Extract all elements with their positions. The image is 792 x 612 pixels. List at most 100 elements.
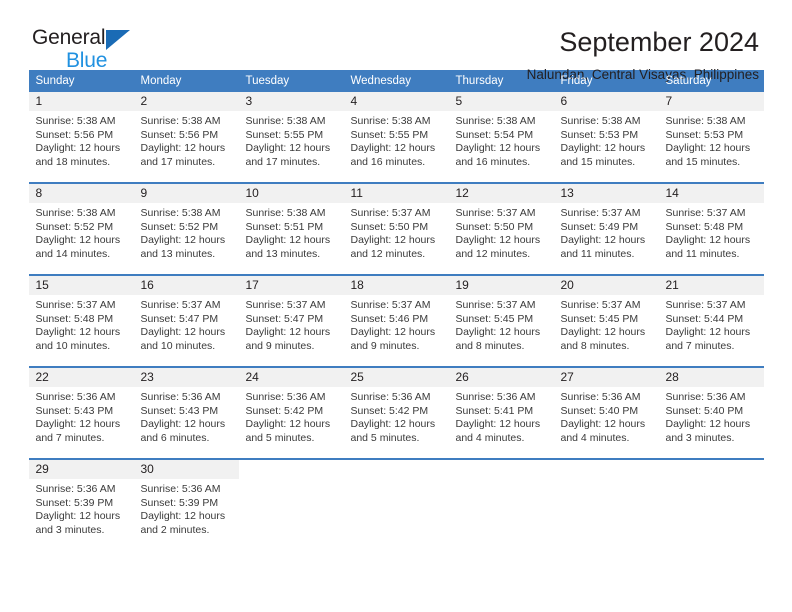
day-info: Sunrise: 5:36 AM Sunset: 5:43 PM Dayligh… — [134, 387, 239, 445]
daylight-text-line1: Daylight: 12 hours — [350, 142, 436, 155]
day-number: 14 — [658, 184, 764, 203]
calendar-day-cell[interactable]: 12 Sunrise: 5:37 AM Sunset: 5:50 PM Dayl… — [448, 182, 554, 275]
daylight-text-line1: Daylight: 12 hours — [140, 418, 226, 431]
calendar-day-cell[interactable]: 13 Sunrise: 5:37 AM Sunset: 5:49 PM Dayl… — [553, 182, 659, 275]
day-number: 10 — [238, 184, 344, 203]
day-number — [343, 460, 449, 479]
day-number — [553, 460, 659, 479]
sunset-text: Sunset: 5:50 PM — [350, 220, 429, 233]
calendar-day-cell[interactable]: 26 Sunrise: 5:36 AM Sunset: 5:41 PM Dayl… — [448, 366, 554, 459]
calendar-day-cell[interactable]: 11 Sunrise: 5:37 AM Sunset: 5:50 PM Dayl… — [343, 182, 449, 275]
day-info: Sunrise: 5:38 AM Sunset: 5:56 PM Dayligh… — [134, 111, 239, 169]
day-number: 21 — [658, 276, 764, 295]
sunset-text: Sunset: 5:43 PM — [35, 404, 114, 417]
day-info: Sunrise: 5:37 AM Sunset: 5:44 PM Dayligh… — [659, 295, 764, 353]
sunset-text: Sunset: 5:52 PM — [140, 220, 219, 233]
daylight-text-line2: and 10 minutes. — [35, 339, 111, 352]
daylight-text-line2: and 12 minutes. — [350, 247, 426, 260]
calendar-day-cell[interactable]: 24 Sunrise: 5:36 AM Sunset: 5:42 PM Dayl… — [238, 366, 344, 459]
calendar-day-cell[interactable]: 2 Sunrise: 5:38 AM Sunset: 5:56 PM Dayli… — [133, 92, 239, 183]
calendar-day-cell[interactable]: 4 Sunrise: 5:38 AM Sunset: 5:55 PM Dayli… — [343, 92, 449, 183]
calendar-day-cell[interactable]: 22 Sunrise: 5:36 AM Sunset: 5:43 PM Dayl… — [28, 366, 134, 459]
day-number: 9 — [133, 184, 239, 203]
sunrise-text: Sunrise: 5:38 AM — [350, 115, 431, 127]
daylight-text-line2: and 3 minutes. — [665, 431, 735, 444]
sunrise-text: Sunrise: 5:37 AM — [560, 207, 641, 219]
general-blue-logo: General Blue — [30, 26, 150, 78]
sunset-text: Sunset: 5:56 PM — [35, 128, 114, 141]
daylight-text-line1: Daylight: 12 hours — [350, 326, 436, 339]
daylight-text-line2: and 13 minutes. — [245, 247, 321, 260]
sunset-text: Sunset: 5:45 PM — [560, 312, 639, 325]
calendar-week-row: 1 Sunrise: 5:38 AM Sunset: 5:56 PM Dayli… — [28, 92, 764, 183]
daylight-text-line2: and 13 minutes. — [140, 247, 216, 260]
daylight-text-line2: and 10 minutes. — [140, 339, 216, 352]
calendar-day-cell[interactable]: 3 Sunrise: 5:38 AM Sunset: 5:55 PM Dayli… — [238, 92, 344, 183]
calendar-day-cell[interactable]: 16 Sunrise: 5:37 AM Sunset: 5:47 PM Dayl… — [133, 274, 239, 367]
sunset-text: Sunset: 5:47 PM — [140, 312, 219, 325]
sunrise-text: Sunrise: 5:36 AM — [350, 391, 431, 403]
sunset-text: Sunset: 5:42 PM — [350, 404, 429, 417]
sunrise-text: Sunrise: 5:38 AM — [35, 115, 116, 127]
daylight-text-line1: Daylight: 12 hours — [35, 142, 121, 155]
day-number: 18 — [343, 276, 449, 295]
daylight-text-line1: Daylight: 12 hours — [140, 326, 226, 339]
sunrise-text: Sunrise: 5:38 AM — [140, 207, 221, 219]
daylight-text-line1: Daylight: 12 hours — [350, 234, 436, 247]
daylight-text-line1: Daylight: 12 hours — [35, 418, 121, 431]
day-number: 7 — [658, 92, 764, 111]
calendar-day-cell[interactable]: 21 Sunrise: 5:37 AM Sunset: 5:44 PM Dayl… — [658, 274, 764, 367]
calendar-day-cell[interactable]: 7 Sunrise: 5:38 AM Sunset: 5:53 PM Dayli… — [658, 92, 764, 183]
daylight-text-line2: and 6 minutes. — [140, 431, 210, 444]
calendar-day-cell[interactable]: 18 Sunrise: 5:37 AM Sunset: 5:46 PM Dayl… — [343, 274, 449, 367]
daylight-text-line1: Daylight: 12 hours — [455, 326, 541, 339]
sunset-text: Sunset: 5:54 PM — [455, 128, 534, 141]
daylight-text-line2: and 8 minutes. — [455, 339, 525, 352]
calendar-day-cell[interactable]: 14 Sunrise: 5:37 AM Sunset: 5:48 PM Dayl… — [658, 182, 764, 275]
calendar-day-cell[interactable]: 1 Sunrise: 5:38 AM Sunset: 5:56 PM Dayli… — [28, 92, 134, 183]
sunset-text: Sunset: 5:51 PM — [245, 220, 324, 233]
day-number: 8 — [28, 184, 134, 203]
day-info: Sunrise: 5:36 AM Sunset: 5:40 PM Dayligh… — [554, 387, 659, 445]
calendar-day-cell[interactable]: 10 Sunrise: 5:38 AM Sunset: 5:51 PM Dayl… — [238, 182, 344, 275]
calendar-day-cell[interactable]: 5 Sunrise: 5:38 AM Sunset: 5:54 PM Dayli… — [448, 92, 554, 183]
calendar-day-cell[interactable]: 19 Sunrise: 5:37 AM Sunset: 5:45 PM Dayl… — [448, 274, 554, 367]
sunset-text: Sunset: 5:39 PM — [140, 496, 219, 509]
daylight-text-line1: Daylight: 12 hours — [245, 234, 331, 247]
calendar-body: 1 Sunrise: 5:38 AM Sunset: 5:56 PM Dayli… — [28, 92, 764, 550]
sunset-text: Sunset: 5:53 PM — [665, 128, 744, 141]
calendar-day-cell[interactable]: 20 Sunrise: 5:37 AM Sunset: 5:45 PM Dayl… — [553, 274, 659, 367]
calendar-day-cell[interactable]: 29 Sunrise: 5:36 AM Sunset: 5:39 PM Dayl… — [28, 458, 134, 550]
sunrise-text: Sunrise: 5:37 AM — [245, 299, 326, 311]
calendar-day-cell-empty — [448, 458, 554, 550]
sunrise-text: Sunrise: 5:36 AM — [665, 391, 746, 403]
calendar-day-cell[interactable]: 28 Sunrise: 5:36 AM Sunset: 5:40 PM Dayl… — [658, 366, 764, 459]
sunrise-text: Sunrise: 5:36 AM — [140, 391, 221, 403]
calendar-week-row: 29 Sunrise: 5:36 AM Sunset: 5:39 PM Dayl… — [28, 458, 764, 550]
daylight-text-line1: Daylight: 12 hours — [560, 326, 646, 339]
calendar-day-cell[interactable]: 23 Sunrise: 5:36 AM Sunset: 5:43 PM Dayl… — [133, 366, 239, 459]
calendar-day-cell[interactable]: 17 Sunrise: 5:37 AM Sunset: 5:47 PM Dayl… — [238, 274, 344, 367]
daylight-text-line2: and 16 minutes. — [350, 155, 426, 168]
day-info: Sunrise: 5:37 AM Sunset: 5:47 PM Dayligh… — [134, 295, 239, 353]
sunset-text: Sunset: 5:42 PM — [245, 404, 324, 417]
calendar-day-cell[interactable]: 25 Sunrise: 5:36 AM Sunset: 5:42 PM Dayl… — [343, 366, 449, 459]
calendar-day-cell[interactable]: 6 Sunrise: 5:38 AM Sunset: 5:53 PM Dayli… — [553, 92, 659, 183]
daylight-text-line1: Daylight: 12 hours — [665, 234, 751, 247]
calendar-day-cell[interactable]: 8 Sunrise: 5:38 AM Sunset: 5:52 PM Dayli… — [28, 182, 134, 275]
day-info: Sunrise: 5:37 AM Sunset: 5:46 PM Dayligh… — [344, 295, 449, 353]
calendar-day-cell-empty — [343, 458, 449, 550]
calendar-day-cell[interactable]: 27 Sunrise: 5:36 AM Sunset: 5:40 PM Dayl… — [553, 366, 659, 459]
sunrise-text: Sunrise: 5:38 AM — [455, 115, 536, 127]
calendar-day-cell[interactable]: 15 Sunrise: 5:37 AM Sunset: 5:48 PM Dayl… — [28, 274, 134, 367]
calendar-day-cell[interactable]: 9 Sunrise: 5:38 AM Sunset: 5:52 PM Dayli… — [133, 182, 239, 275]
sunrise-text: Sunrise: 5:38 AM — [140, 115, 221, 127]
day-number: 16 — [133, 276, 239, 295]
calendar-day-cell[interactable]: 30 Sunrise: 5:36 AM Sunset: 5:39 PM Dayl… — [133, 458, 239, 550]
daylight-text-line2: and 3 minutes. — [35, 523, 105, 536]
daylight-text-line1: Daylight: 12 hours — [35, 326, 121, 339]
sunrise-text: Sunrise: 5:37 AM — [140, 299, 221, 311]
sunrise-text: Sunrise: 5:36 AM — [245, 391, 326, 403]
daylight-text-line1: Daylight: 12 hours — [140, 142, 226, 155]
daylight-text-line2: and 18 minutes. — [35, 155, 111, 168]
